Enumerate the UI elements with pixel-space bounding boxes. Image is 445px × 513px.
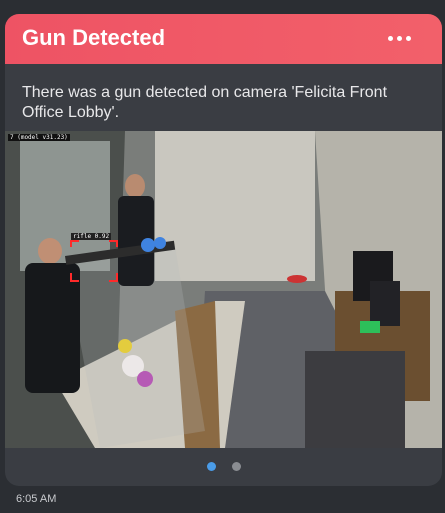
camera-model-overlay: 7 (model v31.23) [8, 134, 70, 141]
alert-title: Gun Detected [22, 25, 166, 50]
camera-snapshot[interactable]: 7 (model v31.23) rifle 0.92 [5, 131, 442, 448]
camera-scene [5, 131, 442, 448]
alert-timestamp: 6:05 AM [16, 493, 57, 505]
carousel-dot-active[interactable] [206, 462, 216, 471]
alert-header: Gun Detected [5, 14, 442, 64]
carousel-indicator [5, 462, 442, 471]
detection-label: rifle 0.92 [71, 233, 112, 240]
carousel-dot[interactable] [231, 462, 241, 471]
alert-card[interactable]: Gun Detected There was a gun detected on… [5, 14, 442, 486]
alert-message: There was a gun detected on camera 'Feli… [22, 84, 388, 121]
more-dots-icon[interactable] [388, 36, 418, 44]
